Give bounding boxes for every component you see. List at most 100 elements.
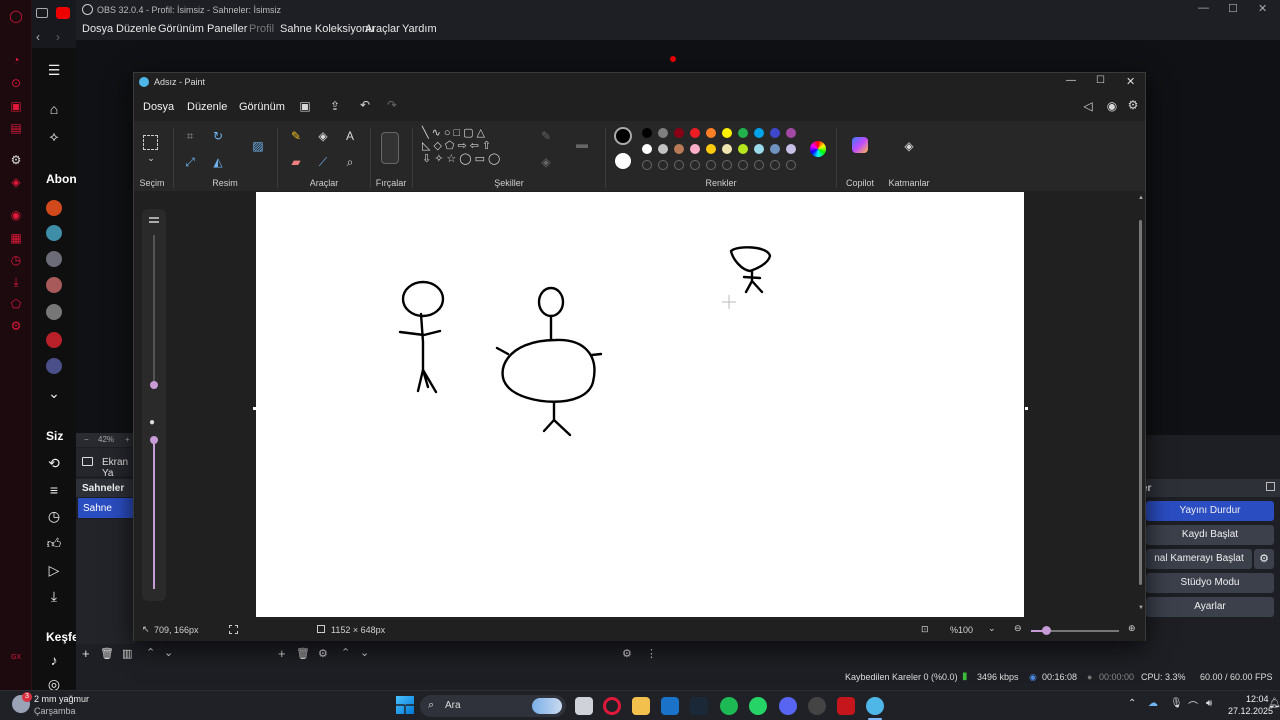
outline-icon[interactable]: ✎ <box>538 129 554 143</box>
home-icon[interactable]: ⌂ <box>44 99 64 119</box>
menu-edit[interactable]: Düzenle <box>116 23 156 35</box>
channel-avatar[interactable] <box>46 358 62 374</box>
menu-profile[interactable]: Profil <box>249 23 274 35</box>
opera-logo-icon[interactable]: ◯ <box>8 8 24 24</box>
color-swatch[interactable] <box>738 144 748 154</box>
channel-avatar[interactable] <box>46 200 62 216</box>
extension-icon[interactable]: ◈ <box>8 174 24 190</box>
edit-colors-icon[interactable] <box>810 141 826 157</box>
color-swatch[interactable] <box>658 144 668 154</box>
stop-stream-button[interactable]: Yayını Durdur <box>1146 501 1274 521</box>
weather-temp[interactable]: 2 mm yağmur <box>34 694 89 704</box>
source-up-icon[interactable]: ⌃ <box>341 646 350 659</box>
gx-control-icon[interactable]: ◔ <box>8 52 24 68</box>
virtual-camera-settings-icon[interactable]: ⚙ <box>1254 549 1274 569</box>
zoom-in-icon[interactable]: + <box>125 435 130 444</box>
custom-color-slot[interactable] <box>642 160 652 170</box>
opacity-slider-thumb[interactable] <box>150 436 158 444</box>
share-icon[interactable]: ⇪ <box>327 99 343 113</box>
eraser-icon[interactable]: ▰ <box>288 155 304 169</box>
color-swatch[interactable] <box>786 128 796 138</box>
player-icon[interactable]: ◉ <box>8 207 24 223</box>
scroll-up-icon[interactable]: ▲ <box>1138 195 1144 201</box>
file-explorer-icon[interactable] <box>632 697 650 715</box>
virtual-camera-button[interactable]: nal Kamerayı Başlat <box>1146 549 1252 569</box>
apps-icon[interactable]: ▦ <box>8 230 24 246</box>
app-icon[interactable] <box>837 697 855 715</box>
minimize-icon[interactable]: — <box>1066 75 1076 86</box>
minimize-icon[interactable]: — <box>1198 2 1209 14</box>
start-record-button[interactable]: Kaydı Başlat <box>1146 525 1274 545</box>
paint-menu-file[interactable]: Dosya <box>143 101 174 113</box>
close-icon[interactable]: ✕ <box>1258 2 1267 15</box>
network-icon[interactable]: ⌒ <box>1188 698 1198 713</box>
zoom-in-icon[interactable]: ⊕ <box>1128 623 1136 634</box>
color-swatch[interactable] <box>690 144 700 154</box>
zoom-out-icon[interactable]: ⊖ <box>1014 623 1022 634</box>
custom-color-slot[interactable] <box>722 160 732 170</box>
drawing-canvas[interactable] <box>256 192 1024 617</box>
custom-color-slot[interactable] <box>674 160 684 170</box>
menu-docks[interactable]: Paneller <box>207 23 247 35</box>
color-swatch[interactable] <box>722 128 732 138</box>
channel-avatar[interactable] <box>46 277 62 293</box>
resize-icon[interactable]: ⤢ <box>182 155 198 170</box>
gx-cleaner-icon[interactable]: ⊙ <box>8 75 24 91</box>
maximize-icon[interactable]: ☐ <box>1228 2 1238 15</box>
zoom-slider-thumb[interactable] <box>1042 626 1051 635</box>
settings-icon[interactable]: ⚙ <box>1125 98 1141 112</box>
settings-icon[interactable]: ⚙ <box>8 152 24 168</box>
menu-tools[interactable]: Araçlar <box>365 23 400 35</box>
canvas-resize-handle[interactable] <box>253 407 256 410</box>
fit-to-window-icon[interactable]: ⊡ <box>921 624 929 635</box>
dock-float-icon[interactable] <box>1266 482 1275 491</box>
twitch-icon[interactable]: ▣ <box>8 98 24 114</box>
secondary-color-swatch[interactable] <box>615 153 631 169</box>
menu-view[interactable]: Görünüm <box>158 23 204 35</box>
zoom-dropdown[interactable]: %100 ⌄ <box>940 621 1002 639</box>
liked-icon[interactable]: 👍︎ <box>44 533 64 553</box>
custom-color-slot[interactable] <box>770 160 780 170</box>
steam-icon[interactable] <box>690 697 708 715</box>
forward-icon[interactable]: › <box>56 30 60 44</box>
task-view-icon[interactable] <box>575 697 593 715</box>
color-swatch[interactable] <box>674 144 684 154</box>
music-icon[interactable]: ♪ <box>44 650 64 670</box>
account-icon[interactable]: ◉ <box>1104 99 1120 113</box>
color-swatch[interactable] <box>642 128 652 138</box>
channel-avatar[interactable] <box>46 251 62 267</box>
color-swatch[interactable] <box>690 128 700 138</box>
your-videos-icon[interactable]: ▷ <box>44 560 64 580</box>
source-settings-icon[interactable]: ⚙ <box>318 647 328 660</box>
settings-button[interactable]: Ayarlar <box>1146 597 1274 617</box>
whatsapp-icon[interactable] <box>749 697 767 715</box>
copilot-icon[interactable] <box>852 137 868 153</box>
custom-color-slot[interactable] <box>658 160 668 170</box>
opacity-slider-track[interactable] <box>153 439 155 589</box>
fill-icon[interactable]: ◈ <box>315 129 331 143</box>
history-icon[interactable]: ◷ <box>8 252 24 268</box>
start-icon[interactable] <box>396 696 414 714</box>
menu-help[interactable]: Yardım <box>402 23 437 35</box>
spotify-icon[interactable] <box>720 697 738 715</box>
maximize-icon[interactable]: ☐ <box>1096 75 1105 86</box>
clock-date[interactable]: 27.12.2025 <box>1228 706 1273 716</box>
color-swatch[interactable] <box>754 144 764 154</box>
source-row[interactable]: Ekran Ya <box>76 448 136 479</box>
color-swatch[interactable] <box>770 144 780 154</box>
chevron-down-icon[interactable]: ⌄ <box>44 383 64 403</box>
history-icon[interactable]: ⟲ <box>44 453 64 473</box>
size-icon[interactable]: ▬ <box>574 137 590 151</box>
redo-icon[interactable]: ↷ <box>384 98 400 112</box>
scene-item[interactable]: Sahne <box>78 498 134 518</box>
custom-color-slot[interactable] <box>690 160 700 170</box>
volume-icon[interactable]: 🔊︎ <box>1206 698 1212 709</box>
menu-icon[interactable]: ☰ <box>44 60 64 80</box>
scroll-thumb[interactable] <box>1139 220 1142 585</box>
add-scene-icon[interactable]: + <box>82 646 90 661</box>
move-down-icon[interactable]: ⌄ <box>164 646 173 659</box>
custom-color-slot[interactable] <box>754 160 764 170</box>
shape-fill-icon[interactable]: ◈ <box>538 155 554 169</box>
channel-avatar[interactable] <box>46 332 62 348</box>
microphone-icon[interactable]: 🎙︎ <box>1170 698 1183 709</box>
